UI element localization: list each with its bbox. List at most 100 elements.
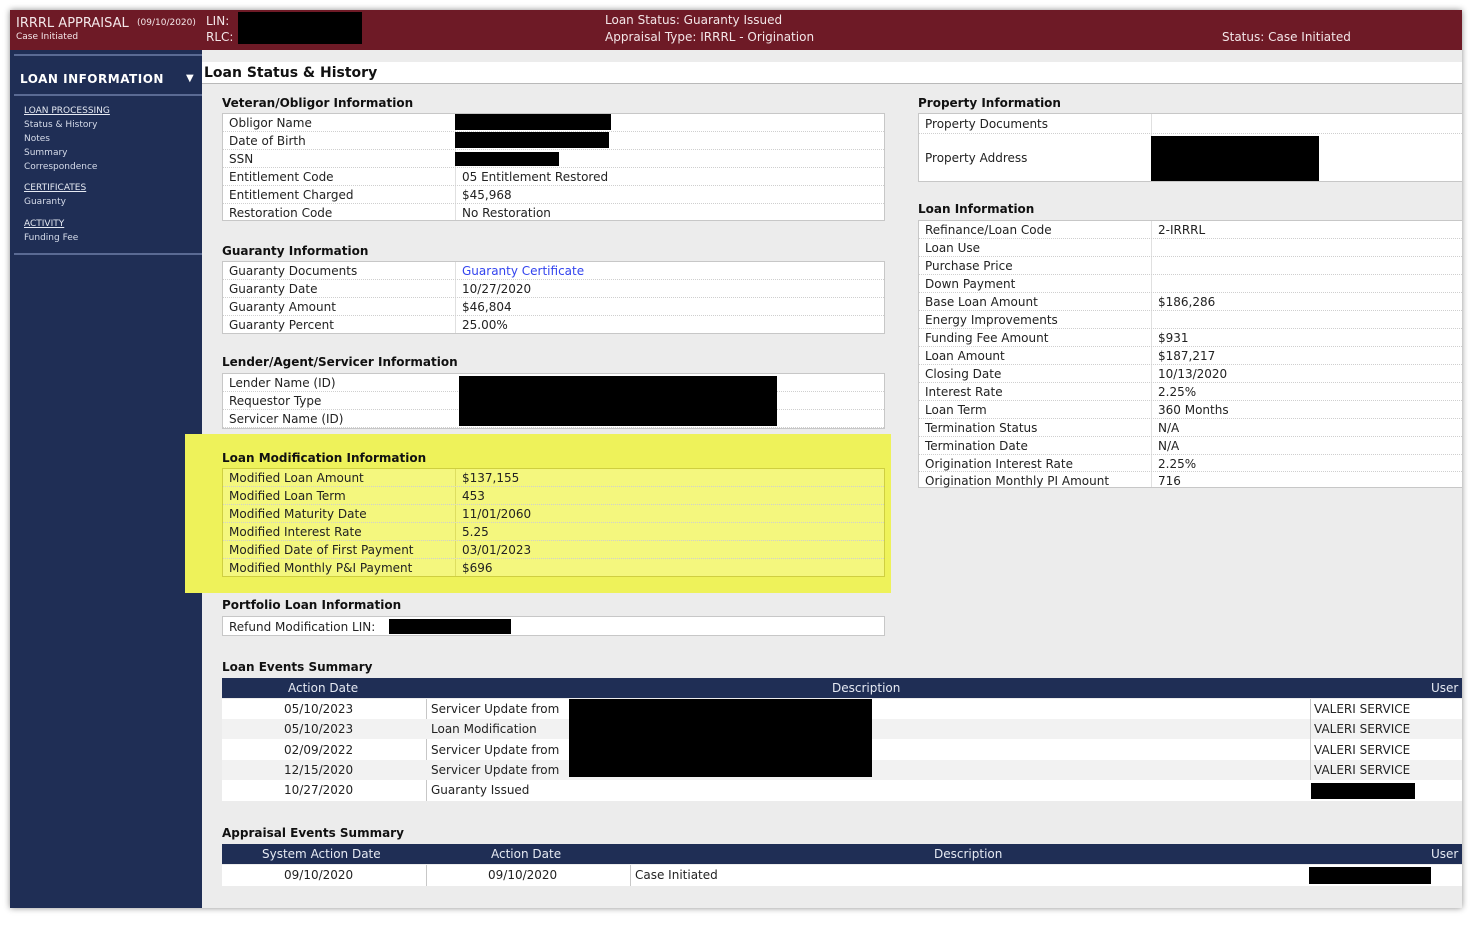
row-label: Restoration Code bbox=[229, 206, 333, 220]
event-date: 05/10/2023 bbox=[284, 702, 354, 716]
event-user: VALERI SERVICE bbox=[1314, 722, 1411, 736]
table-row[interactable]: 09/10/2020 09/10/2020 Case Initiated bbox=[222, 865, 1462, 885]
loan-info-box: Refinance/Loan Code 2-IRRRL Loan Use Purc… bbox=[918, 220, 1462, 488]
info-row: Guaranty Date 10/27/2020 bbox=[223, 280, 884, 298]
row-label: Termination Date bbox=[925, 439, 1028, 453]
row-value: $696 bbox=[462, 561, 493, 575]
column-header-user[interactable]: User bbox=[1431, 681, 1458, 695]
row-label: Modified Date of First Payment bbox=[229, 543, 414, 557]
info-row: Loan Term 360 Months bbox=[919, 401, 1462, 419]
info-row: Funding Fee Amount $931 bbox=[919, 329, 1462, 347]
sidebar-title[interactable]: LOAN INFORMATION bbox=[20, 72, 164, 86]
loan-info-section-title: Loan Information bbox=[918, 202, 1035, 216]
row-label: Modified Maturity Date bbox=[229, 507, 367, 521]
info-row: Modified Date of First Payment 03/01/2023 bbox=[223, 541, 884, 559]
row-value: N/A bbox=[1158, 421, 1180, 435]
row-label: Funding Fee Amount bbox=[925, 331, 1049, 345]
appraisal-type: Appraisal Type: IRRRL - Origination bbox=[605, 30, 815, 44]
row-value: 716 bbox=[1158, 474, 1181, 488]
info-row: Restoration Code No Restoration bbox=[223, 204, 884, 222]
row-label: Guaranty Date bbox=[229, 282, 318, 296]
sidebar-item-notes[interactable]: Notes bbox=[24, 134, 50, 144]
row-label: Loan Use bbox=[925, 241, 981, 255]
row-value: 2-IRRRL bbox=[1158, 223, 1206, 237]
portfolio-info-box: Refund Modification LIN: bbox=[222, 616, 885, 636]
row-value: $45,968 bbox=[462, 188, 512, 202]
redacted-refund-lin bbox=[389, 619, 511, 634]
row-value: 2.25% bbox=[1158, 457, 1197, 471]
column-divider bbox=[1310, 699, 1311, 780]
column-header-description[interactable]: Description bbox=[934, 847, 1002, 861]
row-label: Entitlement Charged bbox=[229, 188, 354, 202]
redacted-property-address bbox=[1151, 136, 1319, 181]
guaranty-certificate-link[interactable]: Guaranty Certificate bbox=[462, 264, 584, 278]
info-row: Modified Maturity Date 11/01/2060 bbox=[223, 505, 884, 523]
info-row: Origination Interest Rate 2.25% bbox=[919, 455, 1462, 472]
row-value: $187,217 bbox=[1158, 349, 1216, 363]
redacted-value bbox=[455, 132, 609, 148]
redacted-user bbox=[1309, 867, 1431, 884]
app-status: Case Initiated bbox=[16, 32, 79, 42]
event-description: Servicer Update from bbox=[431, 702, 560, 716]
event-description: Loan Modification bbox=[431, 722, 537, 736]
sidebar-item-summary[interactable]: Summary bbox=[24, 148, 68, 158]
row-label: Interest Rate bbox=[925, 385, 1003, 399]
row-label: Origination Interest Rate bbox=[925, 457, 1073, 471]
column-header-action-date[interactable]: Action Date bbox=[288, 681, 358, 695]
event-user: VALERI SERVICE bbox=[1314, 743, 1411, 757]
sidebar-item-funding-fee[interactable]: Funding Fee bbox=[24, 233, 78, 243]
info-row: Obligor Name bbox=[223, 114, 884, 132]
column-header-action-date[interactable]: Action Date bbox=[491, 847, 561, 861]
info-row: Closing Date 10/13/2020 bbox=[919, 365, 1462, 383]
sidebar-item-status-history[interactable]: Status & History bbox=[24, 120, 97, 130]
row-value: No Restoration bbox=[462, 206, 551, 220]
sidebar-divider bbox=[14, 94, 202, 96]
appraisal-events-header: System Action Date Action Date Descripti… bbox=[222, 844, 1462, 864]
info-row: Date of Birth bbox=[223, 132, 884, 150]
loan-events-section-title: Loan Events Summary bbox=[222, 660, 373, 674]
event-date: 10/27/2020 bbox=[284, 783, 354, 797]
column-header-system-action-date[interactable]: System Action Date bbox=[262, 847, 381, 861]
page-header: Loan Status & History bbox=[202, 62, 1462, 84]
info-row: Termination Status N/A bbox=[919, 419, 1462, 437]
column-header-user[interactable]: User bbox=[1431, 847, 1458, 861]
sidebar-section-activity[interactable]: ACTIVITY bbox=[24, 219, 64, 229]
info-row: Entitlement Code 05 Entitlement Restored bbox=[223, 168, 884, 186]
column-header-description[interactable]: Description bbox=[832, 681, 900, 695]
info-row: Down Payment bbox=[919, 275, 1462, 293]
info-row: Termination Date N/A bbox=[919, 437, 1462, 455]
row-label: Modified Interest Rate bbox=[229, 525, 362, 539]
lin-label: LIN: bbox=[206, 14, 230, 28]
table-row[interactable]: 10/27/2020 Guaranty Issued bbox=[222, 780, 1462, 800]
veteran-info-box: Obligor Name Date of Birth SSN Entitleme… bbox=[222, 113, 885, 221]
event-date: 12/15/2020 bbox=[284, 763, 354, 777]
sidebar-section-certificates[interactable]: CERTIFICATES bbox=[24, 183, 86, 193]
row-value: N/A bbox=[1158, 439, 1180, 453]
row-label: Base Loan Amount bbox=[925, 295, 1038, 309]
info-row: Property Documents bbox=[919, 114, 1462, 134]
row-label: Property Address bbox=[925, 151, 1028, 165]
info-row: Guaranty Documents Guaranty Certificate bbox=[223, 262, 884, 280]
row-label: Purchase Price bbox=[925, 259, 1013, 273]
event-date: 05/10/2023 bbox=[284, 722, 354, 736]
row-label: Refinance/Loan Code bbox=[925, 223, 1052, 237]
info-row: Refinance/Loan Code 2-IRRRL bbox=[919, 221, 1462, 239]
event-description: Servicer Update from bbox=[431, 763, 560, 777]
chevron-down-icon[interactable]: ▼ bbox=[186, 73, 194, 84]
sidebar-item-guaranty[interactable]: Guaranty bbox=[24, 197, 66, 207]
row-label: Entitlement Code bbox=[229, 170, 334, 184]
row-value: 453 bbox=[462, 489, 485, 503]
app-window: IRRRL APPRAISAL (09/10/2020) Case Initia… bbox=[10, 10, 1462, 908]
row-label: Obligor Name bbox=[229, 116, 312, 130]
guaranty-section-title: Guaranty Information bbox=[222, 244, 369, 258]
event-date: 02/09/2022 bbox=[284, 743, 354, 757]
sidebar-divider bbox=[14, 253, 202, 255]
row-value: $46,804 bbox=[462, 300, 512, 314]
redacted-lin-rlc bbox=[238, 12, 362, 44]
redacted-lender-details bbox=[459, 376, 777, 426]
sidebar-section-loan-processing[interactable]: LOAN PROCESSING bbox=[24, 106, 110, 116]
row-label: Guaranty Percent bbox=[229, 318, 334, 332]
row-label: Modified Monthly P&I Payment bbox=[229, 561, 413, 575]
row-label: Guaranty Documents bbox=[229, 264, 358, 278]
sidebar-item-correspondence[interactable]: Correspondence bbox=[24, 162, 97, 172]
